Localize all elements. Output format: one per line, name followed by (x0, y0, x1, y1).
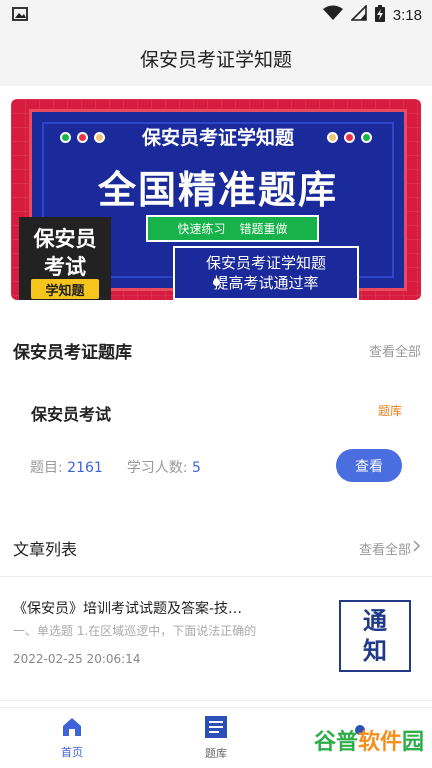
banner-subtitle-line2: 提高考试通过率 (213, 274, 319, 292)
signal-icon (349, 4, 367, 25)
bank-stats: 题目: 2161 学习人数: 5 (30, 457, 201, 477)
article-view-all-label: 查看全部 (358, 542, 411, 558)
article-list-item[interactable]: 《保安员》培训考试试题及答案-技… 一、单选题 1.在区域巡逻中，下面说法正确的… (0, 578, 432, 700)
banner-top-title: 保安员考证学知题 (141, 127, 294, 149)
home-icon (61, 716, 83, 741)
bank-section-header: 保安员考证题库 查看全部 (13, 338, 421, 363)
article-summary: 一、单选题 1.在区域巡逻中，下面说法正确的 (13, 624, 257, 638)
carousel-indicator[interactable] (213, 279, 220, 286)
watermark-logo: 谷普软件园 (314, 724, 424, 756)
question-bank-icon (204, 715, 228, 742)
article-thumbnail: 通 知 (339, 600, 411, 672)
banner-chip-quick-practice: 快速练习 (177, 222, 226, 236)
promo-banner[interactable]: 保安员考证学知题 全国精准题库 快速练习 错题重做 保安员考证学知题 提高考试通… (11, 99, 421, 300)
section-divider (0, 576, 432, 577)
question-bank-card[interactable]: 保安员考试 题库 题目: 2161 学习人数: 5 查看 (13, 385, 419, 495)
chevron-right-icon (413, 540, 421, 556)
learners-stat: 学习人数: 5 (127, 457, 201, 477)
banner-subtitle-line1: 保安员考证学知题 (205, 254, 326, 272)
banner-badge: 保安员 考试 学知题 (19, 217, 111, 300)
bank-section-title: 保安员考证题库 (13, 343, 132, 363)
page-title: 保安员考证学知题 (139, 48, 292, 71)
watermark-part1: 谷普 (313, 730, 358, 755)
badge-line1: 保安员 (33, 227, 97, 251)
article-title: 《保安员》培训考试试题及答案-技… (13, 601, 243, 617)
bank-name: 保安员考试 (31, 405, 112, 424)
learners-value: 5 (191, 460, 201, 476)
watermark-part3: 园 (401, 730, 424, 755)
article-view-all-link[interactable]: 查看全部 (359, 539, 421, 558)
nav-item-question-bank[interactable]: 题库 (144, 708, 288, 768)
nav-question-bank-label: 题库 (205, 747, 227, 760)
wifi-icon (322, 5, 343, 25)
badge-line3: 学知题 (31, 279, 99, 299)
question-count-stat: 题目: 2161 (30, 457, 103, 477)
article-section-title: 文章列表 (13, 540, 78, 559)
thumb-line1: 通 (363, 606, 387, 635)
article-date: 2022-02-25 20:06:14 (13, 652, 141, 666)
question-count-value: 2161 (67, 460, 103, 476)
battery-charging-icon (374, 4, 385, 26)
watermark-part2: 软件 (357, 730, 402, 755)
bank-tag: 题库 (377, 404, 402, 418)
article-divider (0, 700, 432, 701)
nav-home-label: 首页 (61, 746, 83, 759)
image-icon (12, 6, 28, 25)
banner-main-title: 全国精准题库 (97, 168, 338, 212)
banner-feature-chips: 快速练习 错题重做 (146, 215, 319, 242)
status-bar: 3:18 (0, 0, 432, 30)
article-section-header: 文章列表 查看全部 (13, 536, 421, 560)
nav-item-home[interactable]: 首页 (0, 708, 144, 768)
banner-chip-wrong-redo: 错题重做 (239, 222, 288, 236)
status-time: 3:18 (392, 6, 422, 24)
question-count-label: 题目: (30, 460, 63, 476)
badge-line2: 考试 (44, 255, 86, 279)
view-bank-button[interactable]: 查看 (336, 449, 402, 482)
thumb-line2: 知 (363, 636, 387, 665)
bank-view-all-link[interactable]: 查看全部 (369, 341, 421, 360)
learners-label: 学习人数: (126, 460, 188, 476)
app-bar: 保安员考证学知题 (0, 30, 432, 86)
banner-subtitle-box: 保安员考证学知题 提高考试通过率 (173, 246, 359, 300)
